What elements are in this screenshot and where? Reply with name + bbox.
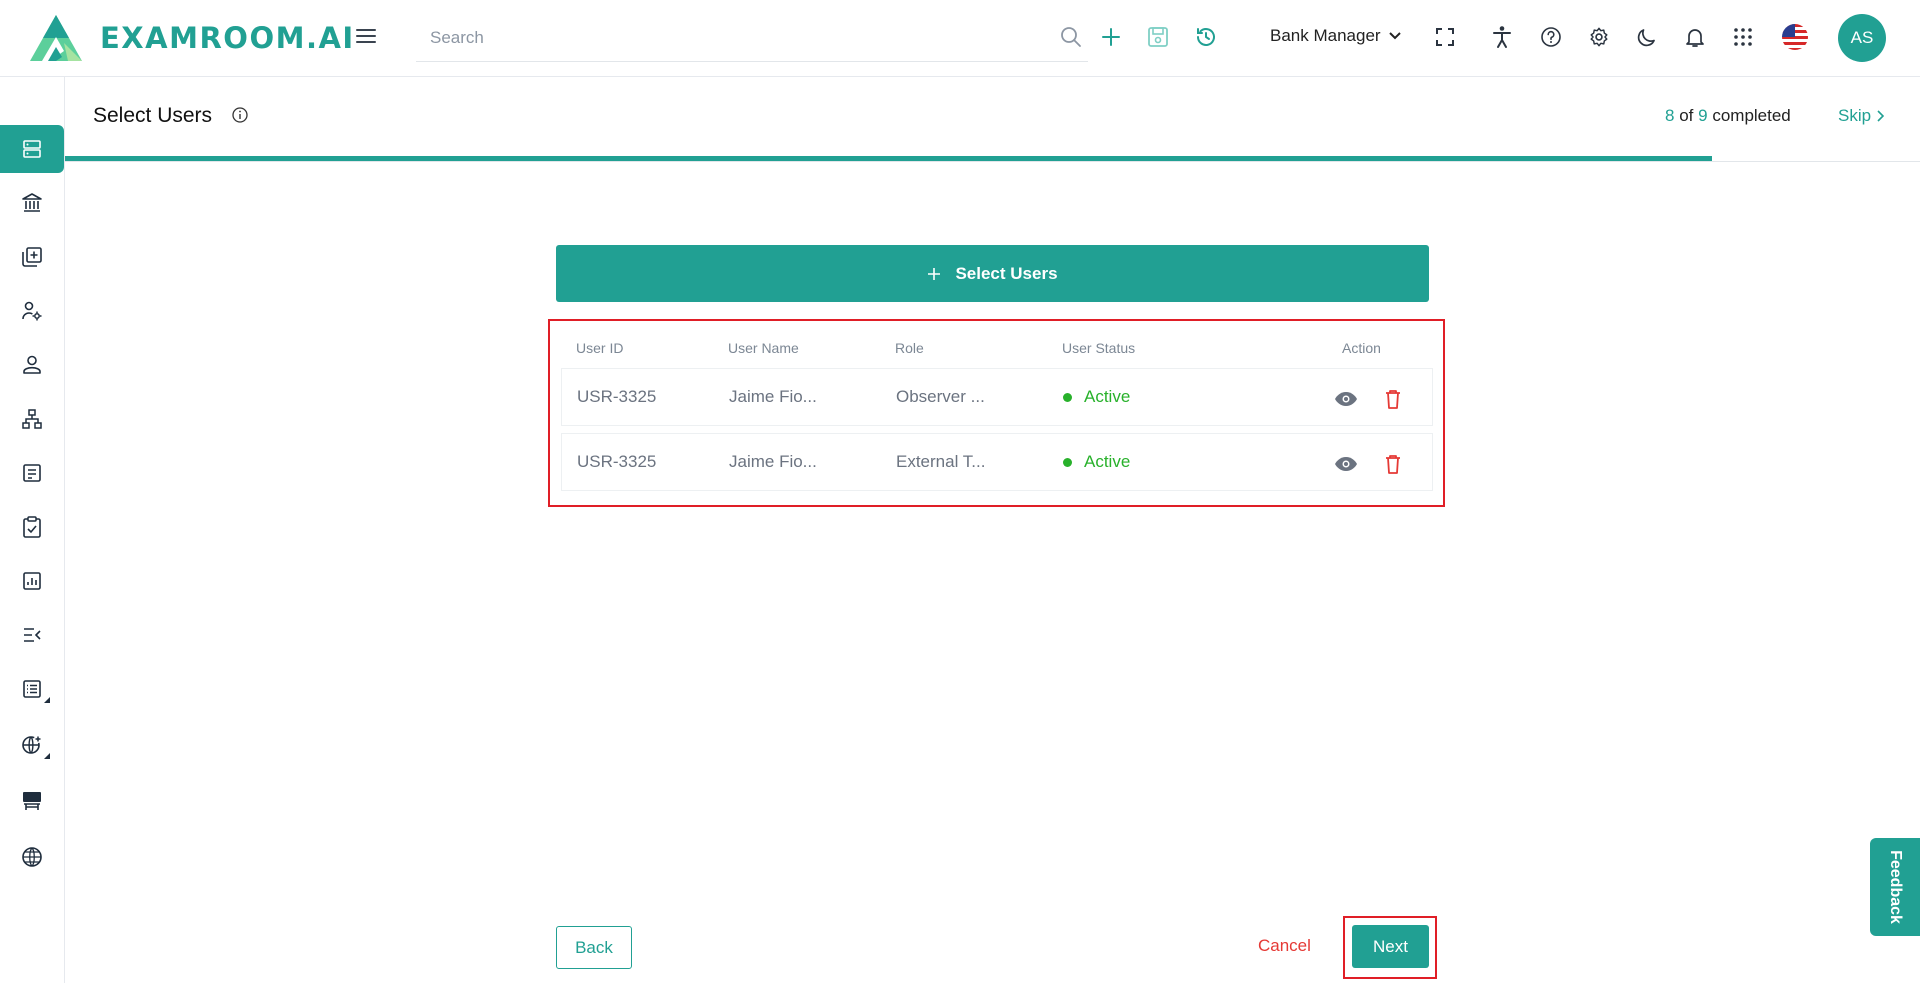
table-row: USR-3325 Jaime Fio... Observer ... Activ… [561,368,1433,426]
collapse-list-icon[interactable] [0,611,64,659]
role-label: Bank Manager [1270,26,1381,45]
role-cell: Observer ... [896,387,985,406]
report-chart-icon[interactable] [0,557,64,605]
feedback-label: Feedback [1887,850,1904,924]
menu-icon[interactable] [354,24,378,48]
page-title: Select Users [93,104,213,127]
logo-mark-icon [30,15,82,61]
progress-bar-fill [65,156,1712,161]
header-action: Action [1342,340,1381,356]
history-icon[interactable] [1193,24,1219,50]
search-input[interactable] [416,18,1016,58]
search-bar [416,18,1088,62]
globe-add-icon[interactable] [0,721,64,769]
notifications-icon[interactable] [1682,24,1708,50]
status-dot [1063,457,1072,467]
role-dropdown[interactable]: Bank Manager [1270,26,1401,46]
sidebar [0,77,65,983]
status-label: Active [1084,452,1131,471]
bank-icon[interactable] [0,179,64,227]
settings-icon[interactable] [1586,24,1612,50]
apps-grid-icon[interactable] [1730,24,1756,50]
help-icon[interactable] [1538,24,1564,50]
status-badge: Active [1063,387,1130,407]
progress-track [65,161,1920,162]
brand-name: EXAMROOM.AI [100,21,355,55]
us-flag-icon[interactable] [1780,22,1810,52]
total-count: 9 [1698,106,1708,125]
back-button[interactable]: Back [556,926,632,969]
view-icon[interactable] [1333,386,1359,412]
skip-link[interactable]: Skip [1838,106,1885,126]
top-header: EXAMROOM.AI Bank Manager [0,0,1920,77]
hierarchy-icon[interactable] [0,395,64,443]
add-library-icon[interactable] [0,233,64,281]
select-users-label: Select Users [955,263,1058,283]
add-icon[interactable] [1098,24,1124,50]
status-badge: Active [1063,452,1130,472]
save-icon[interactable] [1145,24,1171,50]
cancel-button[interactable]: Cancel [1258,936,1311,956]
user-name-cell: Jaime Fio... [729,387,817,406]
info-icon[interactable] [231,106,249,124]
role-cell: External T... [896,452,986,471]
chevron-down-icon [1388,32,1401,40]
delete-icon[interactable] [1380,451,1406,477]
desk-icon[interactable] [0,777,64,825]
dark-mode-icon[interactable] [1634,24,1660,50]
feedback-tab[interactable]: Feedback [1870,838,1920,936]
selected-users-table: User ID User Name Role User Status Actio… [548,319,1445,507]
fullscreen-icon[interactable] [1432,24,1458,50]
status-label: Active [1084,387,1131,406]
view-icon[interactable] [1333,451,1359,477]
header-user-status: User Status [1062,340,1136,356]
user-icon[interactable] [0,341,64,389]
select-users-button[interactable]: Select Users [556,245,1429,302]
globe-icon[interactable] [0,833,64,881]
progress-of: of [1679,106,1694,125]
plus-icon [928,267,941,280]
brand-logo[interactable]: EXAMROOM.AI [28,13,355,63]
header-user-id: User ID [576,340,624,356]
table-row: USR-3325 Jaime Fio... External T... Acti… [561,433,1433,491]
user-name-cell: Jaime Fio... [729,452,817,471]
user-id-cell: USR-3325 [577,387,657,406]
server-icon[interactable] [0,125,64,173]
search-icon[interactable] [1058,24,1084,50]
list-icon[interactable] [0,665,64,713]
next-button[interactable]: Next [1352,925,1429,968]
chevron-right-icon [1877,110,1885,122]
user-settings-icon[interactable] [0,287,64,335]
clipboard-check-icon[interactable] [0,503,64,551]
user-avatar[interactable]: AS [1838,14,1886,62]
delete-icon[interactable] [1380,386,1406,412]
status-dot [1063,392,1072,402]
user-id-cell: USR-3325 [577,452,657,471]
form-icon[interactable] [0,449,64,497]
skip-label: Skip [1838,106,1872,125]
header-role: Role [895,340,924,356]
header-user-name: User Name [728,340,799,356]
progress-suffix: completed [1712,106,1791,125]
accessibility-icon[interactable] [1489,24,1515,50]
progress-status: 8 of 9 completed [1665,106,1791,126]
completed-count: 8 [1665,106,1675,125]
